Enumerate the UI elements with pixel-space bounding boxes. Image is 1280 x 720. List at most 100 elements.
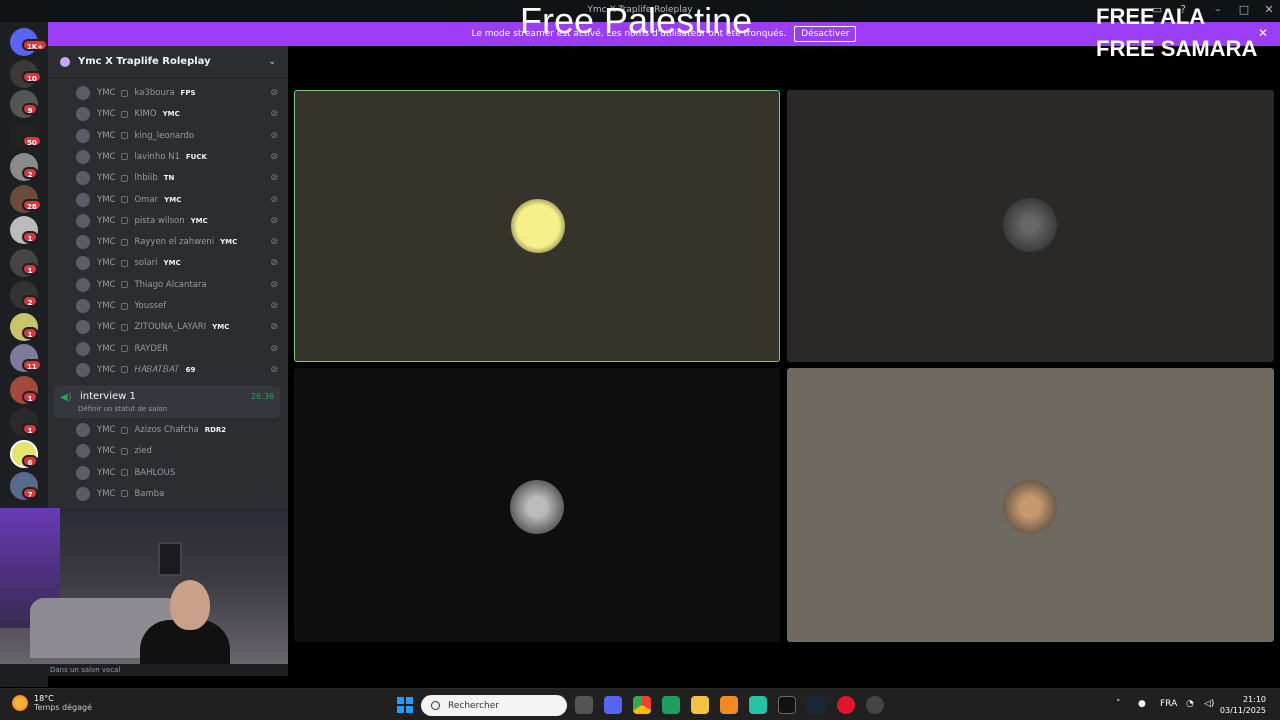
overlay-free-samara: FREE SAMARA: [1096, 36, 1258, 61]
member-row[interactable]: YMC lhbiib TN ⊘: [76, 169, 282, 187]
voice-channel-status[interactable]: Définir un statut de salon: [78, 405, 167, 413]
weather-widget[interactable]: 18°C Temps dégagé: [12, 694, 92, 712]
member-row[interactable]: YMC ka3boura FPS ⊘: [76, 84, 282, 102]
video-tile[interactable]: [787, 90, 1274, 362]
avatar: [76, 213, 90, 228]
windows-start-icon[interactable]: [397, 697, 413, 713]
clock[interactable]: 21:10 03/11/2025: [1220, 694, 1266, 716]
member-tag: YMC: [97, 258, 116, 269]
member-badge: YMC: [163, 259, 181, 268]
member-name: pista wilson: [134, 215, 185, 226]
video-tile-speaking[interactable]: [294, 90, 780, 362]
chrome-icon[interactable]: [633, 696, 651, 714]
app-icon[interactable]: [749, 696, 767, 714]
member-row[interactable]: YMC Rayyen el zahweni YMC ⊘: [76, 233, 282, 251]
member-tag: YMC: [97, 109, 116, 120]
app-icon[interactable]: [662, 696, 680, 714]
member-row[interactable]: YMC pista wilson YMC ⊘: [76, 212, 282, 230]
task-view-icon[interactable]: [575, 696, 593, 714]
avatar: [76, 256, 90, 271]
server-header[interactable]: Ymc X Traplife Roleplay ⌄: [48, 46, 288, 78]
server-badge: 50: [22, 135, 42, 147]
member-row[interactable]: YMC ZITOUNA_LAYARI YMC ⊘: [76, 318, 282, 336]
member-row[interactable]: YMC zied: [76, 442, 282, 460]
member-row[interactable]: YMC Bamba: [76, 485, 282, 503]
member-row[interactable]: YMC Thiago Alcantara ⊘: [76, 276, 282, 294]
deafened-icon: ⊘: [270, 173, 278, 184]
voice-channel-name: interview 1: [80, 391, 136, 402]
chevron-up-icon[interactable]: ˄: [1116, 699, 1121, 709]
member-name: lavinho N1: [134, 151, 180, 162]
member-name: Omar: [134, 194, 159, 205]
steam-icon[interactable]: [807, 696, 825, 714]
server-badge: 6: [22, 455, 38, 467]
server-badge: 1: [22, 327, 38, 339]
minimize-button[interactable]: –: [1205, 2, 1231, 18]
volume-icon[interactable]: ◁): [1204, 699, 1214, 709]
member-row[interactable]: YMC KIMO YMC ⊘: [76, 105, 282, 123]
discord-icon[interactable]: [604, 696, 622, 714]
status-icon: [121, 259, 129, 267]
member-row[interactable]: YMC king_leonardo ⊘: [76, 127, 282, 145]
server-badge: 1: [22, 391, 38, 403]
avatar: [76, 362, 90, 377]
language-indicator[interactable]: FRA: [1160, 699, 1177, 709]
member-row[interactable]: YMC Omar YMC ⊘: [76, 191, 282, 209]
member-row[interactable]: YMC 𝐻𝐴𝐵𝐴𝑇𝐵𝐴𝑇 69 ⊘: [76, 361, 282, 379]
member-tag: YMC: [97, 279, 116, 290]
app-icon[interactable]: [778, 696, 796, 714]
server-name: Ymc X Traplife Roleplay: [78, 56, 211, 67]
deafened-icon: ⊘: [270, 237, 278, 248]
status-icon: [121, 490, 129, 498]
chevron-down-icon[interactable]: ⌄: [268, 57, 276, 67]
maximize-button[interactable]: □: [1231, 2, 1257, 18]
voice-status-bar: Dans un salon vocal: [0, 664, 288, 676]
server-badge: 7: [22, 487, 38, 499]
member-tag: YMC: [97, 151, 116, 162]
member-name: Azizos Chafcha: [134, 425, 199, 435]
deafened-icon: ⊘: [270, 109, 278, 120]
wifi-icon[interactable]: ◔: [1186, 699, 1194, 709]
disable-streamer-button[interactable]: Désactiver: [794, 26, 857, 42]
member-badge: RDR2: [204, 426, 227, 434]
avatar: [76, 171, 90, 186]
app-icon[interactable]: [866, 696, 884, 714]
server-badge: 9: [22, 103, 38, 115]
app-icon[interactable]: [720, 696, 738, 714]
member-tag: YMC: [97, 215, 116, 226]
avatar: [76, 86, 90, 100]
member-row[interactable]: YMC solari YMC ⊘: [76, 254, 282, 272]
member-tag: YMC: [97, 488, 116, 499]
member-row[interactable]: YMC RAYDER ⊘: [76, 340, 282, 358]
video-tile[interactable]: [787, 368, 1274, 642]
explorer-icon[interactable]: [691, 696, 709, 714]
member-row[interactable]: YMC Youssef ⊘: [76, 297, 282, 315]
member-name: KIMO: [134, 109, 157, 120]
video-tile[interactable]: [294, 368, 780, 642]
member-row[interactable]: YMC lavinho N1 FUCK ⊘: [76, 148, 282, 166]
close-icon[interactable]: ✕: [1258, 26, 1268, 40]
member-badge: TN: [163, 174, 175, 183]
channel-sidebar: Ymc X Traplife Roleplay ⌄ YMC ka3boura FPS…: [48, 46, 288, 508]
status-icon: [121, 110, 129, 118]
member-name: lhbiib: [134, 173, 158, 184]
member-row[interactable]: YMC BAHLOUS: [76, 464, 282, 482]
member-name: ZITOUNA_LAYARI: [134, 322, 207, 333]
deafened-icon: ⊘: [270, 322, 278, 333]
voice-channel-time: 26:36: [250, 392, 274, 401]
member-tag: YMC: [97, 446, 116, 457]
deafened-icon: ⊘: [270, 258, 278, 269]
server-badge: 28: [22, 199, 42, 211]
status-icon: [121, 323, 129, 331]
member-name: BAHLOUS: [134, 467, 176, 478]
opera-icon[interactable]: [837, 696, 855, 714]
weather-temp: 18°C: [34, 694, 54, 703]
close-button[interactable]: ✕: [1256, 2, 1280, 18]
speaker-icon: ◀): [60, 392, 72, 403]
member-row[interactable]: YMC Azizos Chafcha RDR2: [76, 421, 282, 439]
voice-channel[interactable]: ◀) interview 1 26:36 Définir un statut d…: [54, 386, 280, 418]
taskbar-search[interactable]: Rechercher: [421, 695, 567, 716]
mic-icon[interactable]: ●: [1138, 699, 1146, 709]
avatar: [76, 192, 90, 207]
weather-desc: Temps dégagé: [34, 703, 93, 712]
